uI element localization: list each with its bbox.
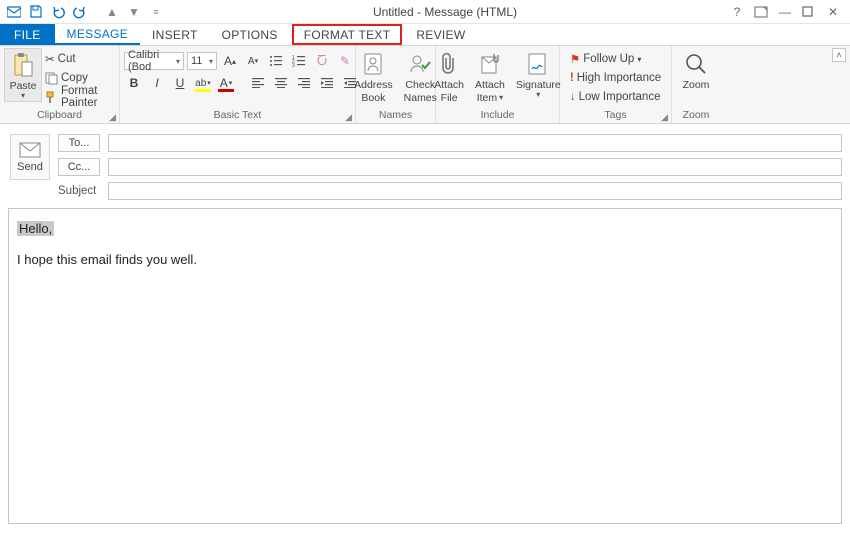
format-painter-icon[interactable]: Ⴀ [312,52,332,70]
next-item-icon[interactable]: ▼ [126,4,142,20]
exclamation-icon: ! [570,72,574,84]
copy-icon [45,72,58,85]
group-label-tags: Tags [604,109,626,121]
font-size-combo[interactable]: 11▾ [187,52,217,70]
close-button[interactable]: ✕ [826,5,840,19]
minimize-button[interactable]: — [778,5,792,19]
bold-button[interactable]: B [124,74,144,92]
tab-options[interactable]: OPTIONS [210,24,290,45]
bullets-button[interactable] [266,52,286,70]
dialog-launcher-clipboard[interactable]: ◢ [109,112,116,123]
help-button[interactable]: ? [730,5,744,19]
scissors-icon: ✂ [45,52,55,66]
flag-icon: ⚑ [570,52,580,66]
address-book-icon [359,50,387,78]
dialog-launcher-tags[interactable]: ◢ [661,112,668,123]
subject-label: Subject [58,185,100,197]
body-line-2: I hope this email finds you well. [17,252,833,267]
decrease-indent-button[interactable] [317,74,337,92]
highlight-button[interactable]: ab▾ [193,74,213,92]
paintbrush-icon [45,91,58,104]
attach-item-icon [476,50,504,78]
numbering-button[interactable]: 123 [289,52,309,70]
grow-font-button[interactable]: A▴ [220,52,240,70]
app-icon [6,4,22,20]
cc-field[interactable] [108,158,842,176]
chevron-down-icon: ▾ [21,93,25,99]
font-color-button[interactable]: A▾ [216,74,236,92]
align-left-button[interactable] [248,74,268,92]
group-label-basic-text: Basic Text [214,109,262,121]
svg-text:3: 3 [292,63,295,67]
address-book-button[interactable]: Address Book [350,48,397,106]
magnifier-icon [682,50,710,78]
prev-item-icon[interactable]: ▲ [104,4,120,20]
dialog-launcher-basic-text[interactable]: ◢ [345,112,352,123]
chevron-down-icon: ▾ [536,92,540,98]
attach-file-button[interactable]: Attach File [430,48,468,106]
redo-icon[interactable] [72,4,88,20]
format-painter-button[interactable]: Format Painter [45,88,115,106]
collapse-ribbon-button[interactable]: ˄ [832,48,846,62]
maximize-button[interactable] [802,6,816,17]
tab-file[interactable]: FILE [0,24,55,45]
to-field[interactable] [108,134,842,152]
body-line-1: Hello, [17,221,54,236]
underline-button[interactable]: U [170,74,190,92]
group-label-clipboard: Clipboard [37,109,82,121]
group-label-include: Include [481,109,515,121]
group-label-zoom: Zoom [683,109,710,121]
paperclip-icon [435,50,463,78]
undo-icon[interactable] [50,4,66,20]
zoom-button[interactable]: Zoom [678,48,714,93]
italic-button[interactable]: I [147,74,167,92]
message-body[interactable]: Hello, I hope this email finds you well. [8,208,842,524]
follow-up-button[interactable]: ⚑ Follow Up ▾ [570,50,661,68]
attach-item-button[interactable]: Attach Item▾ [471,48,509,106]
shrink-font-button[interactable]: A▾ [243,52,263,70]
send-button[interactable]: Send [10,134,50,180]
paste-icon [9,51,37,79]
tab-review[interactable]: REVIEW [404,24,477,45]
tab-message[interactable]: MESSAGE [55,24,140,45]
to-button[interactable]: To... [58,134,100,152]
paste-button[interactable]: Paste ▾ [4,48,42,102]
high-importance-button[interactable]: ! High Importance [570,69,661,87]
send-icon [19,142,41,158]
group-label-names: Names [379,109,412,121]
signature-button[interactable]: Signature ▾ [512,48,565,100]
qat-customize-icon[interactable]: ≡ [148,4,164,20]
align-right-button[interactable] [294,74,314,92]
window-title: Untitled - Message (HTML) [170,5,720,19]
tab-format-text[interactable]: FORMAT TEXT [292,24,403,45]
cc-button[interactable]: Cc... [58,158,100,176]
tab-insert[interactable]: INSERT [140,24,210,45]
signature-icon [524,50,552,78]
down-arrow-icon: ↓ [570,91,576,103]
ribbon-display-options[interactable] [754,6,768,18]
low-importance-button[interactable]: ↓ Low Importance [570,88,661,106]
subject-field[interactable] [108,182,842,200]
save-icon[interactable] [28,4,44,20]
font-name-combo[interactable]: Calibri (Bod▾ [124,52,184,70]
align-center-button[interactable] [271,74,291,92]
cut-button[interactable]: ✂ Cut [45,50,115,68]
